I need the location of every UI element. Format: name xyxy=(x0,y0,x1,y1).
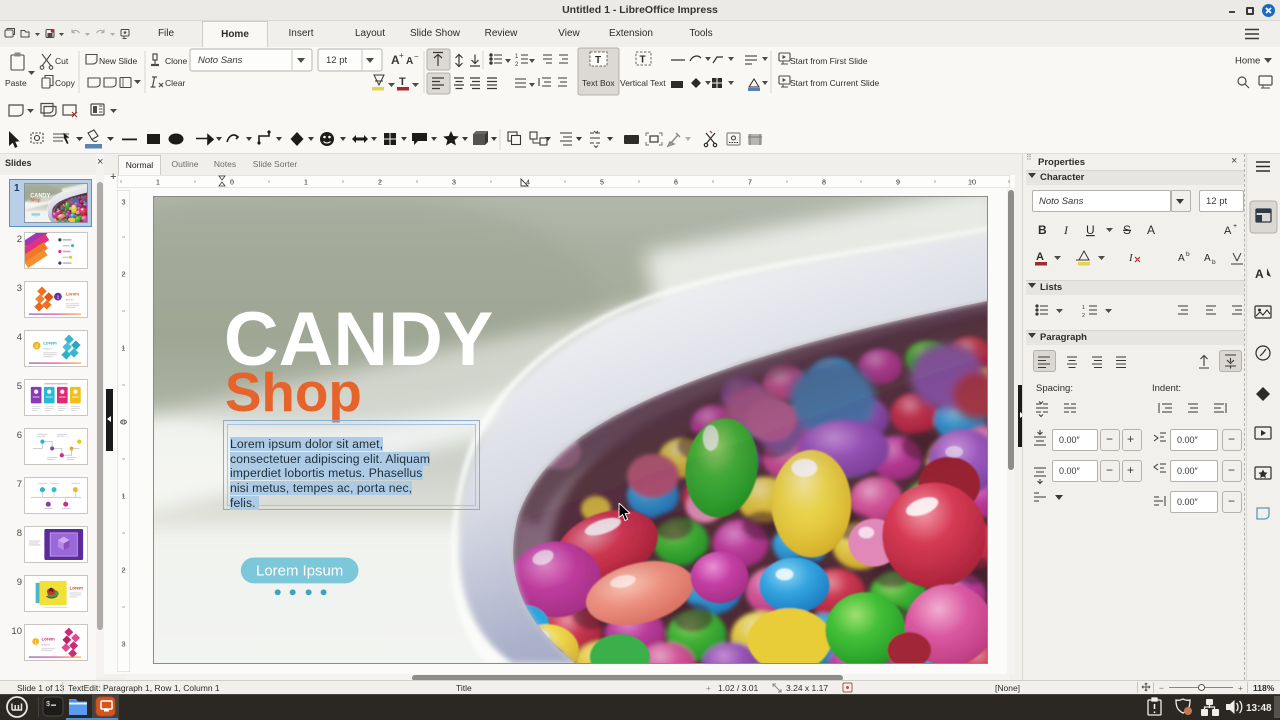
svg-text:Lorem: Lorem xyxy=(41,637,54,642)
svg-text:Copy: Copy xyxy=(55,78,76,88)
svg-text:Lorem Ipsum: Lorem Ipsum xyxy=(256,562,343,579)
svg-text:I: I xyxy=(1063,223,1069,237)
svg-text:b: b xyxy=(1212,259,1216,266)
svg-text:Shop: Shop xyxy=(225,361,362,423)
svg-text:0: 0 xyxy=(230,178,234,187)
svg-text:2: 2 xyxy=(1082,313,1085,319)
svg-text:Noto Sans: Noto Sans xyxy=(198,55,243,66)
svg-text:8: 8 xyxy=(822,178,826,187)
svg-text:A: A xyxy=(1204,253,1211,264)
svg-text:A: A xyxy=(1036,251,1044,263)
svg-text:Home: Home xyxy=(1235,56,1260,67)
svg-text:Lorem: Lorem xyxy=(43,341,56,346)
svg-text:A: A xyxy=(1178,253,1185,264)
svg-text:B: B xyxy=(1038,223,1047,237)
svg-text:ipsum: ipsum xyxy=(43,346,52,350)
svg-text:7: 7 xyxy=(748,178,752,187)
svg-text:T: T xyxy=(595,55,601,66)
svg-text:−: − xyxy=(414,52,419,61)
svg-text:5: 5 xyxy=(600,178,604,187)
svg-text:Paste: Paste xyxy=(5,78,27,88)
svg-text:Vertical Text: Vertical Text xyxy=(620,78,666,88)
svg-text:10: 10 xyxy=(968,178,976,187)
svg-text:Lorem: Lorem xyxy=(70,586,83,591)
svg-text:2: 2 xyxy=(378,178,382,187)
svg-text:1: 1 xyxy=(121,492,125,501)
svg-text:A: A xyxy=(1147,223,1155,237)
svg-text:13:48: 13:48 xyxy=(1246,703,1272,714)
svg-text:1: 1 xyxy=(515,54,519,60)
svg-text:12 pt: 12 pt xyxy=(326,55,347,66)
svg-text:+: + xyxy=(399,51,404,60)
svg-text:6: 6 xyxy=(674,178,678,187)
svg-text:A: A xyxy=(406,56,413,67)
svg-text:Clone: Clone xyxy=(165,56,187,66)
svg-text:1: 1 xyxy=(1082,305,1085,311)
svg-text:3: 3 xyxy=(121,640,125,649)
svg-text:New Slide: New Slide xyxy=(99,56,138,66)
svg-text:T: T xyxy=(399,76,406,88)
svg-text:A: A xyxy=(1255,267,1264,281)
svg-text:1: 1 xyxy=(57,295,60,301)
svg-text:2: 2 xyxy=(121,566,125,575)
svg-text:Start from Current Slide: Start from Current Slide xyxy=(790,78,880,88)
svg-text:2: 2 xyxy=(515,62,519,68)
svg-text:1: 1 xyxy=(121,344,125,353)
svg-text:+: + xyxy=(1233,223,1237,230)
svg-text:T: T xyxy=(640,55,646,66)
svg-text:Lorem: Lorem xyxy=(66,292,79,297)
svg-text:1: 1 xyxy=(156,178,160,187)
svg-text:S: S xyxy=(1123,223,1131,237)
svg-text:b: b xyxy=(1186,251,1190,258)
svg-text:2: 2 xyxy=(121,270,125,279)
svg-text:U: U xyxy=(1086,223,1095,237)
svg-text:ipsum: ipsum xyxy=(66,297,75,301)
svg-text:1: 1 xyxy=(304,178,308,187)
svg-text:Start from First Slide: Start from First Slide xyxy=(790,56,868,66)
svg-text:3: 3 xyxy=(121,198,125,207)
svg-text:3: 3 xyxy=(452,178,456,187)
svg-text:Cut: Cut xyxy=(55,56,69,66)
svg-text:Clear: Clear xyxy=(165,78,185,88)
svg-text:A: A xyxy=(1224,225,1232,237)
svg-text:I: I xyxy=(1128,252,1134,264)
svg-text:9: 9 xyxy=(896,178,900,187)
svg-text:$: $ xyxy=(46,701,50,709)
svg-text:ipsum: ipsum xyxy=(41,642,50,646)
svg-text:Text Box: Text Box xyxy=(582,78,615,88)
svg-text:2: 2 xyxy=(35,344,38,350)
svg-text:0: 0 xyxy=(121,418,125,427)
